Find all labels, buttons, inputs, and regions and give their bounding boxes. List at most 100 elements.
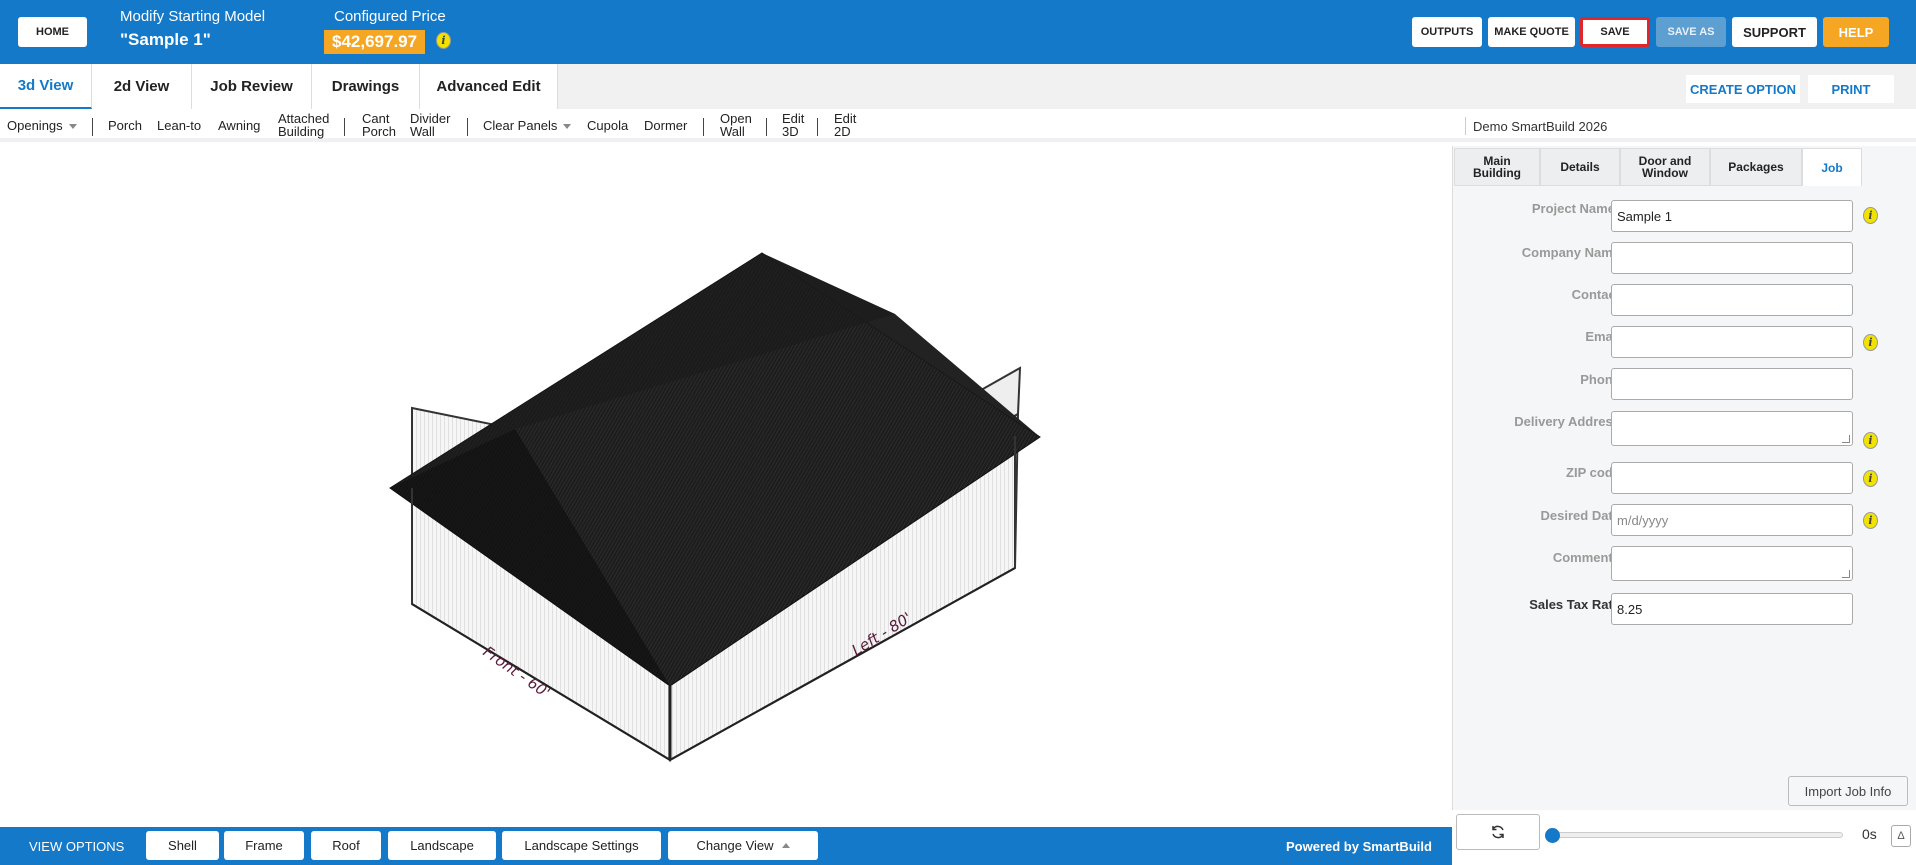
project-name-input[interactable]: Sample 1 [1611,200,1853,232]
attached-label-line2: Building [278,124,325,139]
sales-tax-rate-label: Sales Tax Rate [1529,597,1620,612]
project-template-label: Demo SmartBuild 2026 [1473,119,1608,134]
email-input[interactable] [1611,326,1853,358]
tab-advanced-edit[interactable]: Advanced Edit [420,64,558,109]
zip-code-info-icon[interactable]: i [1863,470,1878,487]
delivery-address-textarea[interactable] [1611,411,1853,446]
comments-label: Comments [1552,550,1620,565]
toolbar-divider [92,118,93,136]
app-root: HOME Modify Starting Model "Sample 1" Co… [0,0,1916,865]
tab-door-and-window[interactable]: Door and Window [1620,148,1710,186]
roof-button[interactable]: Roof [311,831,381,860]
company-name-input[interactable] [1611,242,1853,274]
print-button[interactable]: PRINT [1808,75,1894,103]
main-tabs: 3d View 2d View Job Review Drawings Adva… [0,64,1916,109]
time-readout: 0s [1862,826,1877,842]
zip-code-input[interactable] [1611,462,1853,494]
refresh-icon [1492,825,1504,839]
price-info-icon[interactable]: i [436,32,451,49]
edit-3d-line2: 3D [782,124,799,139]
save-as-button[interactable]: SAVE AS [1656,17,1726,47]
resize-handle-icon[interactable] [1842,570,1850,578]
tab-main-building[interactable]: Main Building [1454,148,1540,186]
playback-controls: 0s Δ [1452,810,1916,865]
toolbar-divider [817,118,818,136]
landscape-settings-button[interactable]: Landscape Settings [502,831,661,860]
lean-to-button[interactable]: Lean-to [157,119,201,132]
help-button[interactable]: HELP [1823,17,1889,47]
delivery-address-label: Delivery Address [1514,414,1620,429]
save-button[interactable]: SAVE [1580,17,1650,47]
view-options-bar: VIEW OPTIONS Shell Frame Roof Landscape … [0,827,1452,865]
tab-3d-view[interactable]: 3d View [0,64,92,109]
desired-date-info-icon[interactable]: i [1863,512,1878,529]
divider-label-line2: Wall [410,124,435,139]
project-name-label: Project Name* [1532,201,1620,216]
resize-handle-icon[interactable] [1842,435,1850,443]
edit-2d-line2: 2D [834,124,851,139]
top-header: HOME Modify Starting Model "Sample 1" Co… [0,0,1916,64]
frame-button[interactable]: Frame [224,831,304,860]
edit-3d-button[interactable]: Edit 3D [782,112,804,138]
change-view-button[interactable]: Change View [668,831,818,860]
contact-input[interactable] [1611,284,1853,316]
configured-price: $42,697.97 [324,30,426,54]
email-info-icon[interactable]: i [1863,334,1878,351]
create-option-button[interactable]: CREATE OPTION [1686,75,1800,103]
clear-panels-label: Clear Panels [483,118,558,133]
building-3d-model: Front - 60' Left - 80' [389,252,1041,762]
project-name-info-icon[interactable]: i [1863,207,1878,224]
refresh-button[interactable] [1456,814,1540,850]
tab-packages[interactable]: Packages [1710,148,1802,186]
comments-textarea[interactable] [1611,546,1853,581]
make-quote-button[interactable]: MAKE QUOTE [1488,17,1575,47]
shell-button[interactable]: Shell [146,831,219,860]
attached-building-button[interactable]: Attached Building [278,112,329,138]
openings-label: Openings [7,118,63,133]
clear-panels-menu[interactable]: Clear Panels [483,118,572,133]
project-name-label-text: Project Name [1531,201,1615,216]
tab-details[interactable]: Details [1540,148,1620,186]
3d-viewport[interactable]: Front - 60' Left - 80' [0,146,1452,827]
model-name: "Sample 1" [120,30,211,49]
sales-tax-rate-input[interactable]: 8.25 [1611,593,1853,625]
company-name-label: Company Name [1521,245,1620,260]
dormer-button[interactable]: Dormer [644,119,687,132]
chevron-down-icon [68,124,77,130]
powered-by-label: Powered by SmartBuild [1286,839,1432,854]
outputs-button[interactable]: OUTPUTS [1412,17,1482,47]
toolbar-divider [703,118,704,136]
toolbar-divider [1465,117,1466,135]
slider-thumb[interactable] [1545,828,1560,843]
delivery-address-info-icon[interactable]: i [1863,432,1878,449]
toolbar-divider [344,118,345,136]
price-label: Configured Price [334,8,446,25]
divider-wall-button[interactable]: Divider Wall [410,112,450,138]
tab-job[interactable]: Job [1802,148,1862,186]
landscape-button[interactable]: Landscape [388,831,496,860]
open-wall-button[interactable]: Open Wall [720,112,752,138]
awning-button[interactable]: Awning [218,119,260,132]
job-panel: Main Building Details Door and Window Pack… [1452,146,1916,827]
timeline-slider[interactable] [1545,828,1843,843]
support-button[interactable]: SUPPORT [1732,17,1817,47]
import-job-info-button[interactable]: Import Job Info [1788,776,1908,806]
tab-drawings[interactable]: Drawings [312,64,420,109]
cupola-button[interactable]: Cupola [587,119,628,132]
edit-toolbar: Openings Porch Lean-to Awning Attached Bu… [0,109,1916,142]
chevron-up-icon [781,843,790,848]
phone-input[interactable] [1611,368,1853,400]
porch-button[interactable]: Porch [108,119,142,132]
cant-porch-button[interactable]: Cant Porch [362,112,396,138]
cant-label-line2: Porch [362,124,396,139]
home-button[interactable]: HOME [18,17,87,47]
edit-2d-button[interactable]: Edit 2D [834,112,856,138]
toolbar-divider [467,118,468,136]
tab-job-review[interactable]: Job Review [192,64,312,109]
door-window-line2: Window [1642,166,1688,180]
view-options-label: VIEW OPTIONS [29,839,125,854]
tab-2d-view[interactable]: 2d View [92,64,192,109]
desired-date-input[interactable]: m/d/yyyy [1611,504,1853,536]
openings-menu[interactable]: Openings [7,119,77,132]
panel-toggle-button[interactable]: Δ [1891,825,1911,847]
